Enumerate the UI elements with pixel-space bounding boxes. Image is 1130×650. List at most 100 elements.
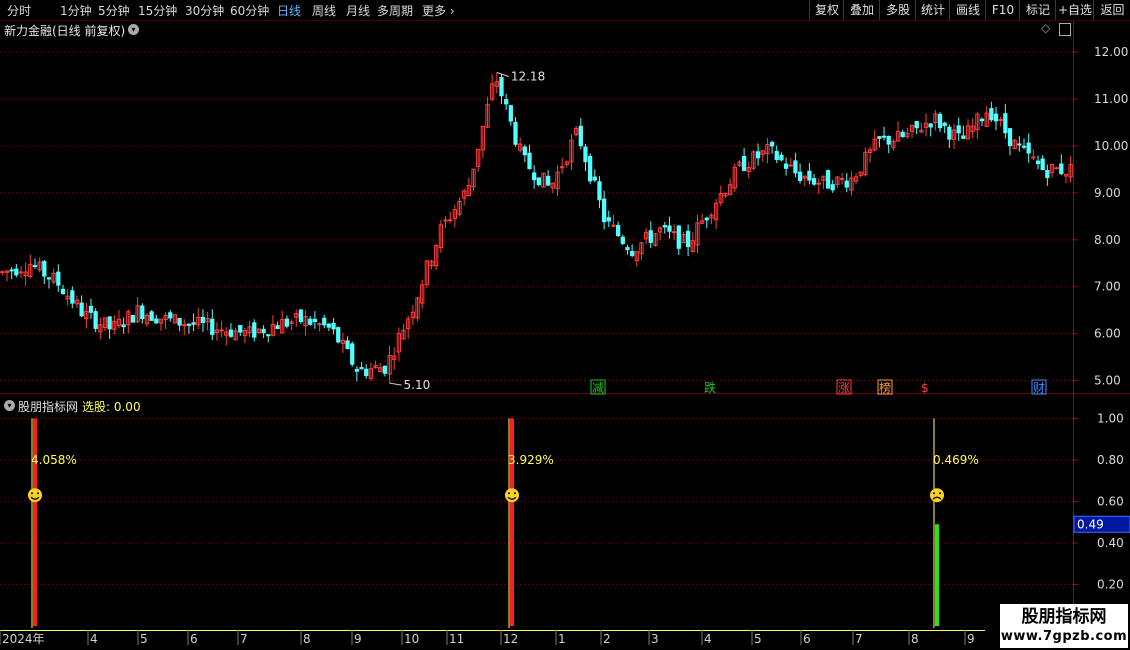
face-eye: [37, 492, 39, 495]
candle-body: [93, 311, 98, 329]
candle-body: [979, 118, 985, 122]
candle-body: [322, 317, 327, 326]
main-tick-label: 5.00: [1094, 374, 1121, 388]
candle-body: [928, 123, 933, 128]
high-pointer: [496, 72, 510, 77]
main-tick-label: 11.00: [1094, 92, 1128, 106]
candle-body: [326, 323, 332, 328]
candle-body: [900, 131, 905, 137]
main-tick-label: 6.00: [1094, 327, 1121, 341]
candle-body: [499, 77, 504, 97]
face-eye: [514, 492, 516, 495]
indicator-value: 选股: 0.00: [82, 400, 141, 414]
candle-body: [937, 113, 943, 129]
candle-body: [630, 250, 635, 256]
sub-tick-label: 0.40: [1097, 536, 1124, 550]
indicator-title: 股朋指标网: [18, 400, 79, 414]
candle-body: [602, 198, 607, 223]
candle-body: [364, 368, 369, 377]
signal-bar: [33, 418, 37, 626]
date-label: 12: [503, 632, 518, 646]
indicator-dropdown-icon[interactable]: ▾: [4, 400, 15, 411]
signal-percent: 3.929%: [508, 453, 554, 467]
date-label: 1: [558, 632, 566, 646]
candle-body: [811, 178, 817, 185]
candle-body: [56, 271, 61, 286]
candle-body: [560, 166, 565, 169]
candle-body: [676, 225, 681, 249]
main-tick-label: 8.00: [1094, 233, 1121, 247]
candle-body: [149, 311, 154, 321]
candle-body: [70, 290, 75, 304]
high-label: 12.18: [511, 69, 545, 83]
candle-body: [942, 122, 947, 126]
event-marker: 榜: [879, 380, 891, 395]
face-icon: [930, 488, 944, 503]
date-label: 8: [303, 632, 311, 646]
candle-body: [140, 305, 145, 320]
candle-body: [191, 322, 196, 325]
signal-bar: [510, 418, 514, 626]
candle-body: [1017, 143, 1022, 146]
candle-body: [1007, 128, 1013, 147]
date-label: 11: [449, 632, 464, 646]
candle-body: [671, 231, 677, 234]
candle-body: [308, 318, 313, 325]
candle-body: [844, 180, 849, 188]
candlestick-chart: 5.006.007.008.009.0010.0011.0012.000.200…: [0, 21, 1130, 646]
candle-body: [667, 225, 672, 232]
sub-tick-label: 1.00: [1097, 411, 1124, 425]
candle-body: [350, 343, 355, 365]
event-marker: 财: [1033, 381, 1045, 395]
candle-body: [504, 99, 509, 105]
candle-body: [877, 136, 882, 139]
candle-body: [14, 268, 19, 276]
date-label: 9: [967, 632, 975, 646]
candle-body: [648, 230, 653, 243]
low-label: 5.10: [404, 378, 431, 392]
candle-body: [513, 121, 518, 145]
candle-body: [685, 230, 691, 248]
candle-body: [522, 146, 527, 156]
candle-body: [578, 125, 583, 147]
candle-body: [662, 225, 667, 228]
signal-bar: [935, 524, 939, 626]
sub-tick-label: 0.20: [1097, 577, 1124, 591]
candle-body: [317, 323, 322, 326]
event-marker: 减: [592, 381, 604, 395]
candle-body: [597, 181, 602, 201]
candle-body: [60, 288, 66, 295]
candle-body: [825, 170, 831, 189]
candle-body: [186, 323, 192, 326]
candle-body: [797, 171, 803, 181]
main-tick-label: 7.00: [1094, 280, 1121, 294]
candle-body: [298, 309, 304, 323]
candle-body: [536, 177, 541, 186]
candle-body: [1035, 160, 1041, 165]
candle-body: [345, 340, 350, 349]
candle-body: [331, 322, 336, 330]
candle-body: [961, 135, 966, 139]
candle-body: [620, 236, 625, 244]
sub-tick-label: 0.80: [1097, 453, 1124, 467]
candle-body: [354, 368, 360, 372]
candle-body: [592, 176, 597, 181]
candle-body: [382, 365, 388, 374]
date-label: 10: [404, 632, 419, 646]
candle-body: [1059, 163, 1064, 175]
candle-body: [989, 108, 994, 121]
candle-body: [774, 151, 779, 161]
candle-body: [769, 141, 775, 147]
candle-body: [914, 121, 919, 129]
face-icon: [505, 488, 519, 503]
candle-body: [88, 305, 94, 313]
candle-body: [546, 175, 551, 186]
candle-body: [1021, 145, 1027, 148]
candle-body: [79, 302, 84, 317]
candle-body: [32, 265, 38, 268]
candle-body: [266, 334, 271, 337]
candle-body: [508, 105, 513, 122]
candle-body: [261, 328, 266, 334]
face-eye: [508, 492, 510, 495]
candle-body: [527, 152, 532, 170]
